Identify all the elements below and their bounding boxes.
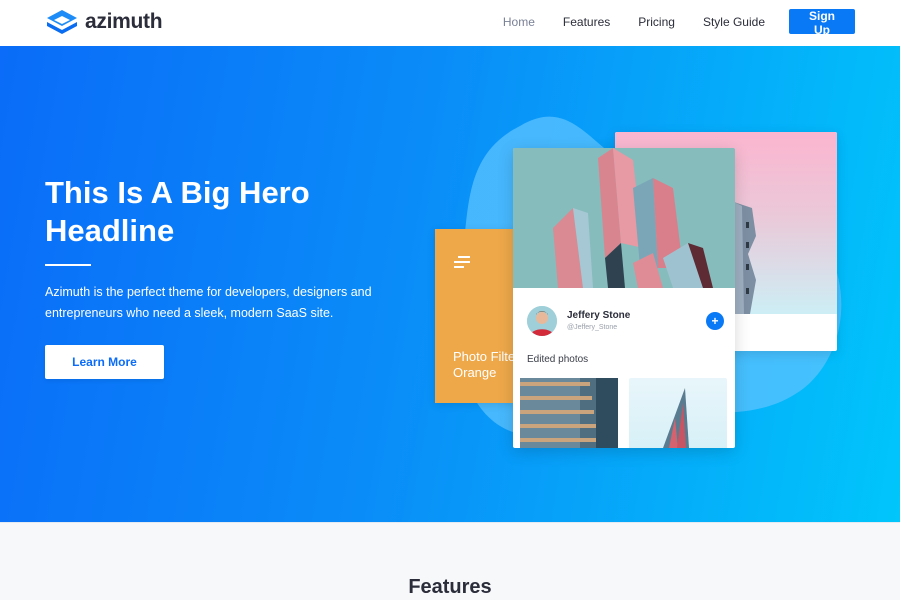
learn-more-button[interactable]: Learn More bbox=[45, 345, 164, 379]
stacked-diamond-logo-icon bbox=[47, 10, 77, 34]
menu-lines-icon bbox=[454, 256, 470, 270]
photo-thumbnail-2[interactable] bbox=[629, 378, 727, 448]
hero-description: Azimuth is the perfect theme for develop… bbox=[45, 285, 372, 320]
features-section: Features bbox=[0, 522, 900, 600]
features-heading: Features bbox=[408, 576, 492, 598]
hero-section: This Is A Big Hero Headline Azimuth is t… bbox=[0, 46, 900, 522]
filter-label-line1: Photo Filter bbox=[453, 349, 515, 364]
building-photo bbox=[513, 148, 735, 288]
nav-style-guide[interactable]: Style Guide bbox=[703, 15, 765, 29]
brand-name: azimuth bbox=[85, 10, 163, 33]
filter-label-line2: Orange bbox=[453, 365, 497, 380]
brand-logo[interactable]: azimuth bbox=[45, 8, 163, 36]
user-avatar[interactable] bbox=[527, 306, 557, 336]
profile-name: Jeffery Stone bbox=[567, 310, 631, 321]
hero-headline: This Is A Big Hero Headline bbox=[45, 175, 310, 248]
plus-icon[interactable]: + bbox=[706, 312, 724, 330]
photo-filter-card: Photo Filter Orange bbox=[435, 229, 515, 403]
photo-thumbnail-1[interactable] bbox=[520, 378, 618, 448]
nav-features[interactable]: Features bbox=[563, 15, 610, 29]
architecture-graphic bbox=[513, 148, 735, 288]
navbar: azimuth Home Features Pricing Style Guid… bbox=[0, 0, 900, 46]
nav-home[interactable]: Home bbox=[503, 15, 535, 29]
nav-pricing[interactable]: Pricing bbox=[638, 15, 675, 29]
profile-row: Jeffery Stone @Jeffery_Stone + bbox=[527, 306, 724, 338]
profile-card: Jeffery Stone @Jeffery_Stone + Edited ph… bbox=[513, 148, 735, 448]
profile-handle: @Jeffery_Stone bbox=[567, 324, 618, 331]
main-nav: Home Features Pricing Style Guide Sign U… bbox=[503, 9, 855, 37]
filter-label: Photo Filter Orange bbox=[453, 349, 515, 381]
sign-up-button[interactable]: Sign Up bbox=[789, 9, 855, 37]
edited-photos-label: Edited photos bbox=[527, 354, 589, 365]
hero-divider bbox=[45, 264, 91, 266]
